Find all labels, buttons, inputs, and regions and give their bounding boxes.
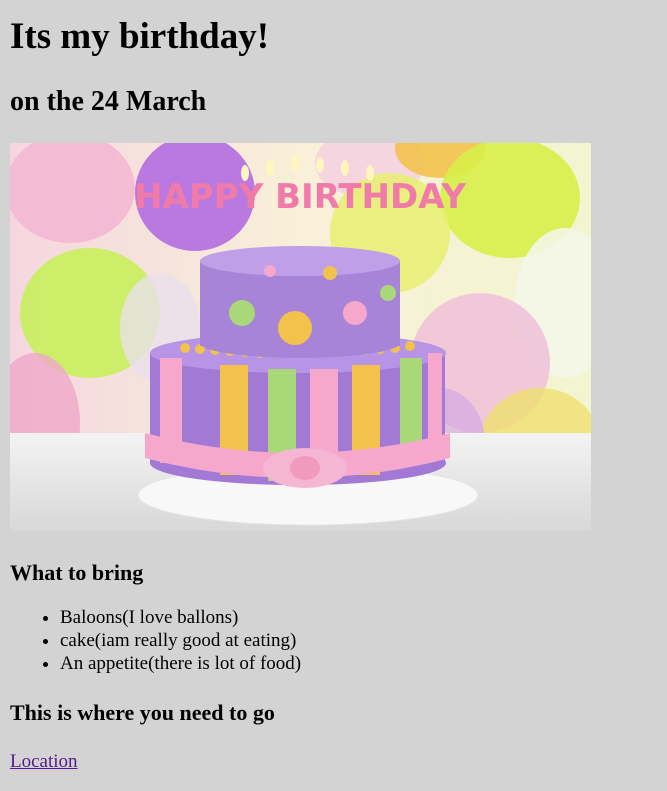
list-item: An appetite(there is lot of food) (60, 652, 657, 675)
bring-list: Baloons(I love ballons) cake(iam really … (10, 606, 657, 675)
date-subtitle: on the 24 March (10, 86, 207, 117)
cake-candles-text: HAPPY BIRTHDAY (134, 177, 466, 217)
page-content: Its my birthday! on the 24 March HAPPY B… (0, 0, 667, 773)
birthday-cake-image: HAPPY BIRTHDAY (10, 143, 591, 531)
where-to-go-heading: This is where you need to go (10, 700, 275, 725)
list-item: Baloons(I love ballons) (60, 606, 657, 629)
what-to-bring-heading: What to bring (10, 560, 144, 585)
list-item: cake(iam really good at eating) (60, 629, 657, 652)
location-link[interactable]: Location (10, 751, 78, 773)
page-title: Its my birthday! (10, 16, 270, 57)
